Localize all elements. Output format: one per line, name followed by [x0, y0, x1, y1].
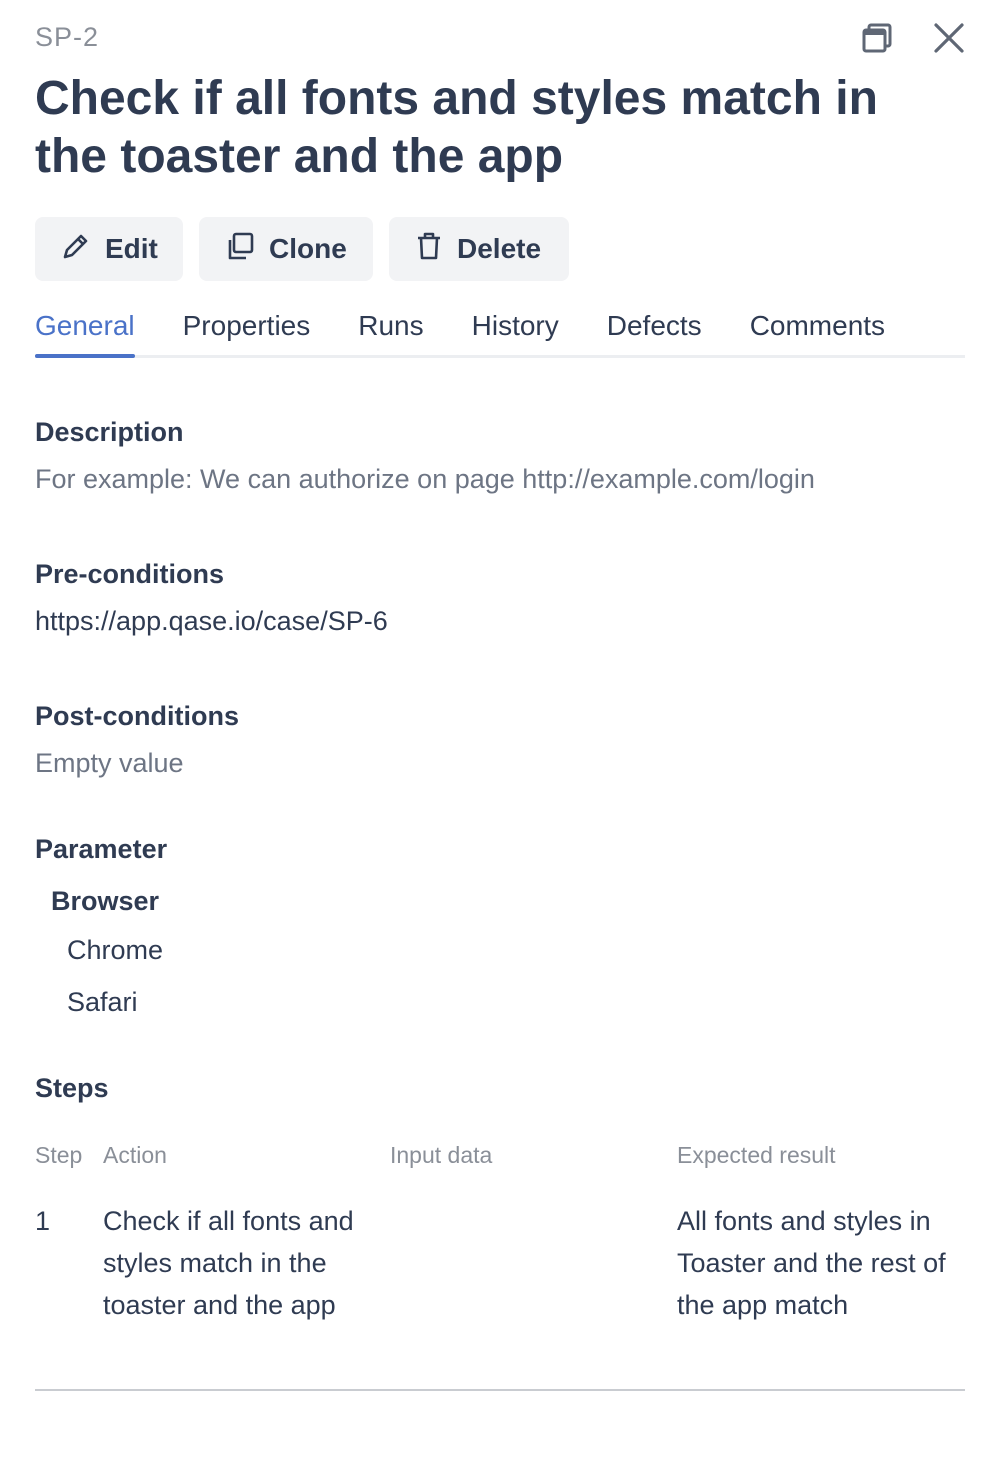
clone-button-label: Clone	[269, 233, 347, 264]
steps-label: Steps	[35, 1073, 109, 1103]
tab-general[interactable]: General	[35, 300, 135, 358]
tab-comments[interactable]: Comments	[750, 300, 885, 355]
trash-icon	[415, 231, 443, 268]
pencil-icon	[61, 231, 91, 268]
case-id: SP-2	[35, 22, 100, 52]
close-icon[interactable]	[931, 20, 967, 56]
steps-column-input: Input data	[390, 1142, 493, 1168]
tab-bar: General Properties Runs History Defects …	[35, 300, 965, 358]
parameter-value: Safari	[67, 987, 138, 1017]
panel-controls	[859, 20, 967, 56]
edit-button-label: Edit	[105, 233, 158, 264]
step-number: 1	[35, 1206, 51, 1236]
tab-history[interactable]: History	[472, 300, 559, 355]
postconditions-label: Post-conditions	[35, 701, 239, 731]
copy-icon	[225, 231, 255, 268]
parameter-value: Chrome	[67, 935, 164, 965]
steps-divider	[35, 1389, 965, 1391]
description-value: For example: We can authorize on page ht…	[35, 464, 815, 494]
parameter-label: Parameter	[35, 834, 168, 864]
clone-button[interactable]: Clone	[199, 217, 373, 281]
edit-button[interactable]: Edit	[35, 217, 183, 281]
preconditions-label: Pre-conditions	[35, 559, 225, 589]
parameter-name: Browser	[51, 886, 160, 916]
step-action: Check if all fonts and styles match in t…	[103, 1206, 354, 1320]
description-label: Description	[35, 417, 184, 447]
case-title: Check if all fonts and styles match in t…	[35, 72, 878, 183]
steps-column-action: Action	[103, 1142, 167, 1168]
tab-properties[interactable]: Properties	[183, 300, 311, 355]
action-toolbar: Edit Clone Delete	[35, 217, 569, 281]
postconditions-value: Empty value	[35, 748, 184, 778]
delete-button-label: Delete	[457, 233, 542, 264]
step-expected-result: All fonts and styles in Toaster and the …	[677, 1206, 946, 1320]
steps-column-expected: Expected result	[677, 1142, 836, 1168]
delete-button[interactable]: Delete	[389, 217, 569, 281]
test-case-panel: SP-2 Check if all fonts and styles match…	[0, 0, 997, 1468]
tab-runs[interactable]: Runs	[358, 300, 423, 355]
preconditions-value: https://app.qase.io/case/SP-6	[35, 606, 388, 636]
tab-defects[interactable]: Defects	[607, 300, 702, 355]
steps-column-step: Step	[35, 1142, 83, 1168]
window-restore-icon[interactable]	[859, 20, 895, 56]
